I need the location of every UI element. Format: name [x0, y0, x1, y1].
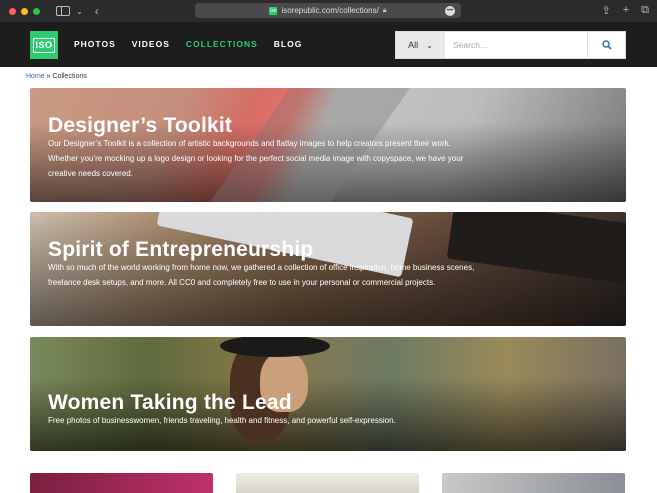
nav-videos[interactable]: VIDEOS [132, 39, 170, 49]
lock-icon: 🔒︎ [382, 6, 387, 14]
search-button[interactable] [587, 32, 625, 58]
site-favicon-icon: iso [269, 6, 278, 15]
close-window-button[interactable] [9, 7, 16, 15]
nav-photos[interactable]: PHOTOS [74, 39, 116, 49]
tabs-overview-icon[interactable]: ⧉ [641, 4, 649, 17]
address-bar[interactable]: iso isorepublic.com/collections/ 🔒︎ ••• [195, 3, 461, 18]
search-input[interactable] [445, 32, 587, 58]
nav-collections[interactable]: COLLECTIONS [186, 39, 258, 49]
collection-title[interactable]: Designer’s Toolkit [48, 114, 232, 138]
collection-card-designers-toolkit[interactable]: Designer’s Toolkit Our Designer’s Toolki… [30, 88, 626, 202]
collection-card-spirit-of-entrepreneurship[interactable]: Spirit of Entrepreneurship With so much … [30, 212, 626, 326]
collection-title[interactable]: Spirit of Entrepreneurship [48, 238, 313, 262]
breadcrumb: Home » Collections [26, 73, 87, 80]
site-logo[interactable]: ISO [30, 31, 58, 59]
sidebar-toggle-icon[interactable] [56, 6, 70, 16]
collection-title[interactable]: Women Taking the Lead [48, 391, 292, 415]
collection-thumbnail[interactable] [30, 473, 213, 493]
window-controls [9, 7, 40, 15]
collection-description: With so much of the world working from h… [48, 263, 475, 287]
collection-card-women-taking-the-lead[interactable]: Women Taking the Lead Free photos of bus… [30, 337, 626, 451]
site-header: ISO PHOTOS VIDEOS COLLECTIONS BLOG All ⌄ [0, 22, 657, 67]
search-category-select[interactable]: All ⌄ [396, 32, 445, 58]
nav-blog[interactable]: BLOG [274, 39, 303, 49]
new-tab-icon[interactable]: + [623, 4, 629, 17]
breadcrumb-separator: » [46, 73, 51, 80]
chevron-down-icon[interactable]: ⌄ [76, 7, 83, 16]
collection-thumbnail[interactable] [442, 473, 625, 493]
url-text: isorepublic.com/collections/ [281, 6, 379, 15]
chevron-down-icon: ⌄ [426, 40, 433, 50]
browser-toolbar: ⌄ ‹ iso isorepublic.com/collections/ 🔒︎ … [0, 0, 657, 22]
card-background-image [220, 337, 330, 357]
more-options-icon[interactable]: ••• [445, 5, 455, 16]
share-icon[interactable]: ⇪ [601, 4, 610, 17]
breadcrumb-home[interactable]: Home [26, 73, 45, 80]
collection-description: Free photos of businesswomen, friends tr… [48, 416, 396, 425]
search-icon [601, 40, 612, 50]
minimize-window-button[interactable] [21, 7, 28, 15]
search-bar: All ⌄ [395, 31, 626, 59]
breadcrumb-current: Collections [52, 73, 87, 80]
collection-thumbnail[interactable] [236, 473, 419, 493]
collection-description: Our Designer’s Toolkit is a collection o… [48, 139, 464, 178]
back-icon[interactable]: ‹ [95, 4, 99, 18]
search-category-value: All [408, 40, 419, 50]
main-nav: PHOTOS VIDEOS COLLECTIONS BLOG [74, 39, 302, 49]
maximize-window-button[interactable] [33, 7, 40, 15]
